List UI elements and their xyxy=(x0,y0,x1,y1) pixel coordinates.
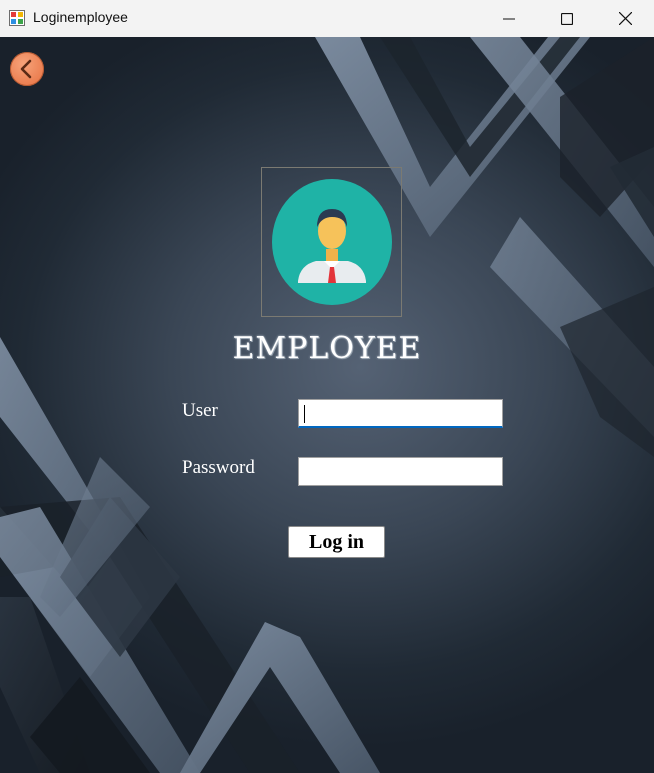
password-label: Password xyxy=(182,457,255,478)
window-title: Loginemployee xyxy=(33,9,128,25)
close-icon xyxy=(618,12,632,25)
maximize-icon xyxy=(561,12,573,25)
chevron-left-icon xyxy=(20,59,32,79)
login-window: Loginemployee EMPLOYEE User Password Log… xyxy=(0,0,654,773)
password-input[interactable] xyxy=(298,457,503,486)
app-form-icon xyxy=(9,10,25,26)
login-panel: EMPLOYEE User Password Log in xyxy=(0,37,654,773)
page-title: EMPLOYEE xyxy=(232,331,422,366)
user-input[interactable] xyxy=(298,399,503,428)
minimize-button[interactable] xyxy=(480,0,538,37)
minimize-icon xyxy=(503,18,515,19)
user-label: User xyxy=(182,400,218,421)
employee-avatar-icon xyxy=(272,179,392,305)
text-caret xyxy=(304,405,305,423)
maximize-button[interactable] xyxy=(538,0,596,37)
close-button[interactable] xyxy=(596,0,654,37)
title-bar: Loginemployee xyxy=(0,0,654,37)
avatar-picture-box xyxy=(261,167,402,317)
back-button[interactable] xyxy=(10,52,44,86)
login-button[interactable]: Log in xyxy=(288,526,385,558)
